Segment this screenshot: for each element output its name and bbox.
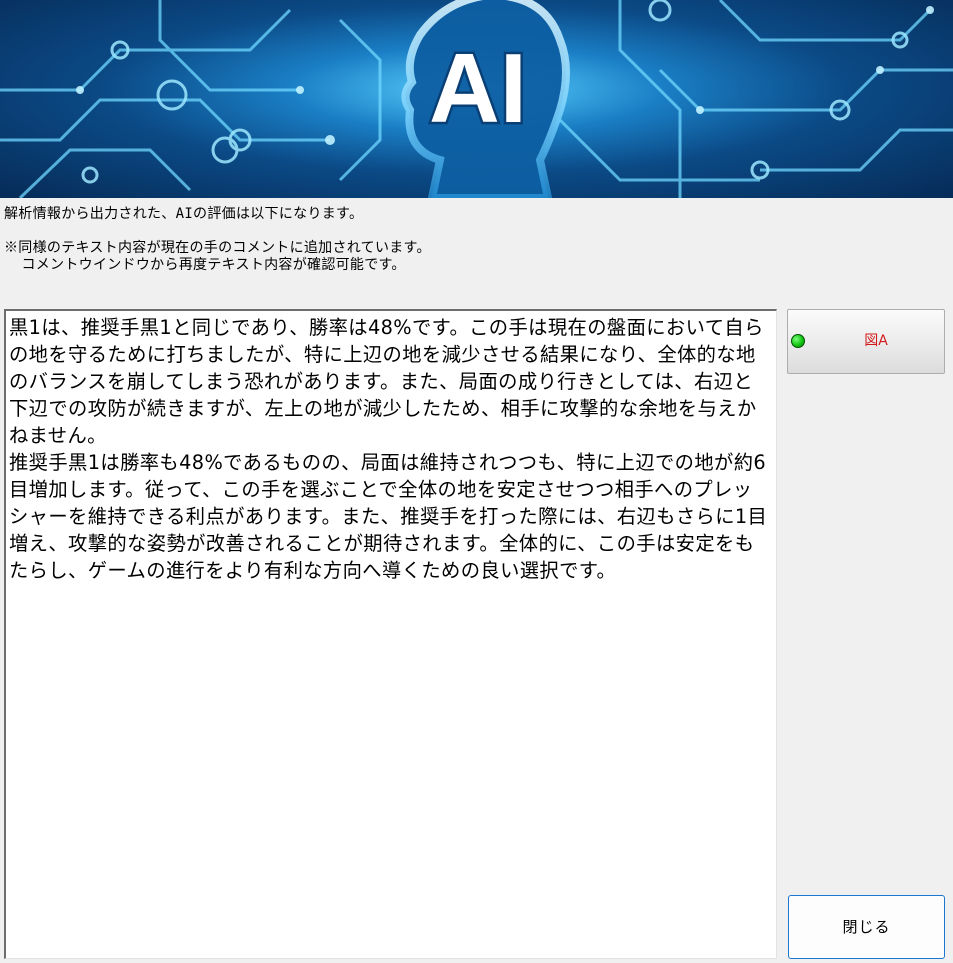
ai-evaluation-textarea[interactable]: 黒1は、推奨手黒1と同じであり、勝率は48%です。この手は現在の盤面において自ら… [4, 309, 777, 959]
info-line-note: ※同様のテキスト内容が現在の手のコメントに追加されています。 [4, 240, 431, 256]
figure-a-label: 図A [864, 333, 888, 349]
close-label: 閉じる [842, 918, 891, 936]
info-line-result: 解析情報から出力された、AIの評価は以下になります。 [4, 206, 364, 222]
info-line-comment-window: コメントウインドウから再度テキスト内容が確認可能です。 [4, 257, 406, 273]
figure-a-button[interactable]: 図A [787, 309, 945, 374]
ai-logo-text: AI [429, 33, 527, 143]
circuit-illustration: AI [0, 0, 953, 198]
close-button[interactable]: 閉じる [788, 895, 945, 959]
ai-banner-image: AI [0, 0, 953, 198]
